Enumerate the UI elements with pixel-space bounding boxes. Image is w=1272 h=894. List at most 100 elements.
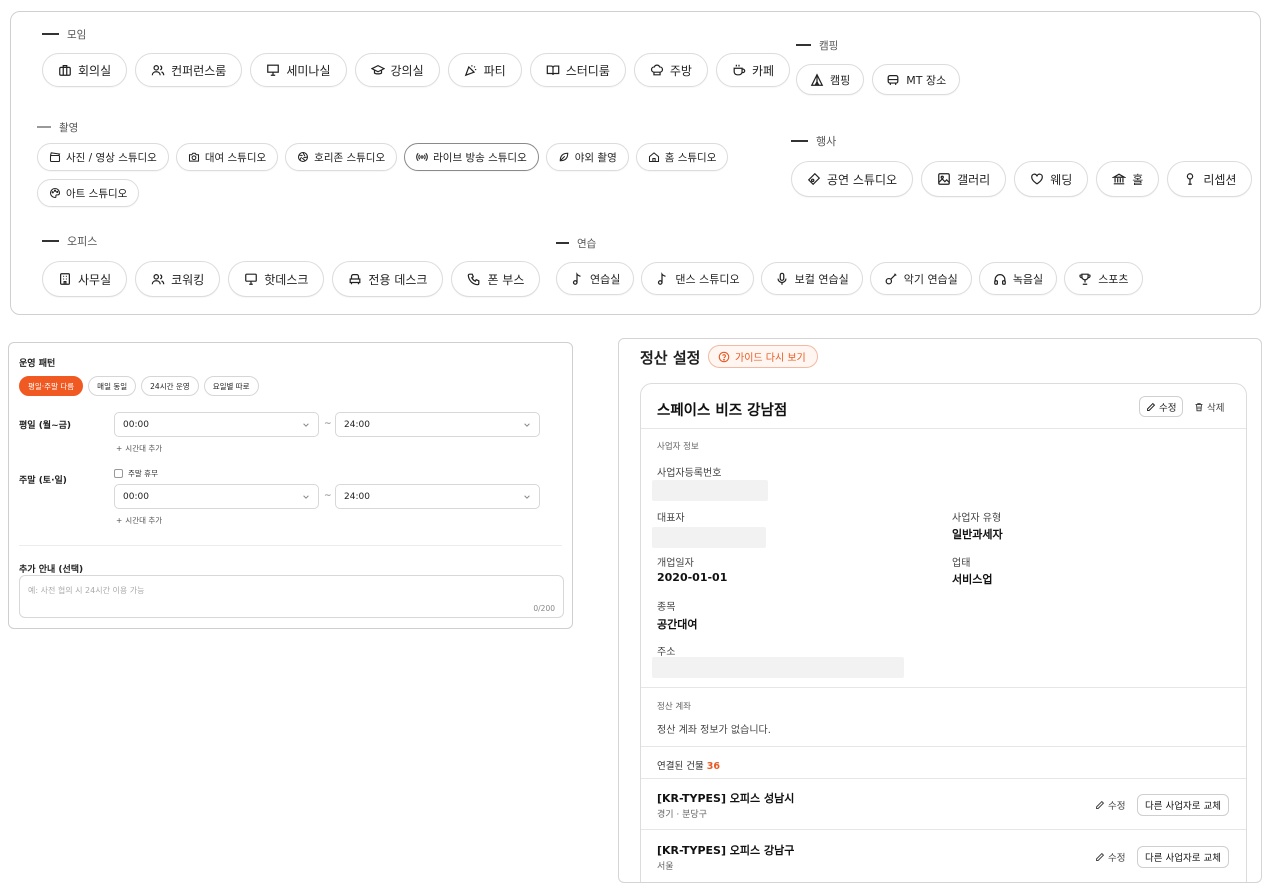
chip-seminar-room[interactable]: 세미나실 bbox=[250, 53, 347, 87]
building-edit-button[interactable]: 수정 bbox=[1095, 798, 1125, 812]
chip-dedicated-desk[interactable]: 전용 데스크 bbox=[332, 261, 444, 297]
pattern-24h[interactable]: 24시간 운영 bbox=[141, 376, 199, 396]
ceo-masked bbox=[652, 527, 766, 548]
chip-camping[interactable]: 캠핑 bbox=[796, 64, 865, 95]
group-office: 오피스 사무실 코워킹 핫데스크 전용 데스크 폰 부스 bbox=[42, 234, 541, 297]
mic-icon bbox=[777, 272, 787, 285]
address-masked bbox=[652, 657, 904, 678]
plus-icon: + bbox=[116, 516, 123, 525]
heart-icon bbox=[1031, 173, 1044, 185]
operation-hours-panel: 운영 패턴 평일·주말 다름 매일 동일 24시간 운영 요일별 따로 평일 (… bbox=[8, 342, 573, 629]
chip-performance-studio[interactable]: 공연 스튜디오 bbox=[791, 161, 914, 197]
chip-outdoor-shooting[interactable]: 야외 촬영 bbox=[545, 143, 629, 171]
guitar-icon bbox=[885, 272, 897, 284]
clapperboard-icon bbox=[49, 152, 61, 163]
tent-icon bbox=[810, 72, 824, 86]
weekend-start-select[interactable]: 00:00 bbox=[114, 484, 319, 509]
chip-art-studio[interactable]: 아트 스튜디오 bbox=[37, 179, 140, 207]
weekday-start-select[interactable]: 00:00 bbox=[114, 412, 319, 437]
guide-replay-button[interactable]: 가이드 다시 보기 bbox=[708, 345, 818, 368]
broadcast-icon bbox=[416, 152, 428, 162]
chip-hall[interactable]: 홀 bbox=[1096, 161, 1160, 197]
landmark-icon bbox=[1112, 173, 1127, 185]
building-edit-button[interactable]: 수정 bbox=[1095, 850, 1125, 864]
chip-mt-place[interactable]: MT 장소 bbox=[872, 64, 961, 95]
category-panel: 모임 회의실 컨퍼런스룸 세미나실 강의실 파티 스터디룸 주방 카페 캠핑 캠… bbox=[10, 11, 1261, 315]
pattern-weekday-weekend[interactable]: 평일·주말 다름 bbox=[19, 376, 84, 396]
chip-kitchen[interactable]: 주방 bbox=[633, 53, 708, 87]
weekend-closed-checkbox[interactable]: 주말 휴무 bbox=[114, 468, 158, 479]
group-title: 행사 bbox=[791, 134, 1252, 148]
open-date-value: 2020-01-01 bbox=[657, 571, 728, 584]
business-card: 스페이스 비즈 강남점 수정 삭제 사업자 정보 사업자등록번호 대표자 사업자… bbox=[640, 383, 1247, 882]
delete-business-button[interactable]: 삭제 bbox=[1194, 396, 1224, 417]
image-icon bbox=[938, 173, 950, 185]
chip-reception[interactable]: 리셉션 bbox=[1167, 161, 1253, 197]
chip-office[interactable]: 사무실 bbox=[42, 261, 128, 297]
bus-icon bbox=[887, 74, 899, 85]
range-separator: ~ bbox=[324, 491, 332, 501]
chip-recording-room[interactable]: 녹음실 bbox=[978, 262, 1058, 295]
chip-hot-desk[interactable]: 핫데스크 bbox=[228, 261, 325, 297]
chip-party[interactable]: 파티 bbox=[447, 53, 522, 87]
presentation-icon bbox=[267, 64, 280, 76]
graduation-cap-icon bbox=[370, 64, 385, 75]
weekend-end-select[interactable]: 24:00 bbox=[335, 484, 540, 509]
help-circle-icon bbox=[718, 351, 730, 362]
armchair-icon bbox=[349, 274, 361, 285]
industry-value: 서비스업 bbox=[952, 573, 993, 586]
music-note-icon bbox=[572, 271, 581, 285]
chip-coworking[interactable]: 코워킹 bbox=[135, 261, 221, 297]
open-date-label: 개업일자 bbox=[657, 558, 694, 569]
chip-dance-studio[interactable]: 댄스 스튜디오 bbox=[641, 262, 754, 295]
industry-label: 업태 bbox=[952, 558, 971, 569]
chip-sports[interactable]: 스포츠 bbox=[1064, 262, 1143, 295]
extra-info-label: 추가 안내 (선택) bbox=[19, 565, 84, 575]
group-event: 행사 공연 스튜디오 갤러리 웨딩 홀 리셉션 bbox=[791, 134, 1253, 197]
chip-practice-room[interactable]: 연습실 bbox=[556, 262, 635, 295]
weekday-add-slot-button[interactable]: + 시간대 추가 bbox=[116, 443, 162, 454]
edit-business-button[interactable]: 수정 bbox=[1139, 396, 1184, 417]
extra-info-textarea[interactable]: 예: 사전 협의 시 24시간 이용 가능 0/200 bbox=[19, 575, 564, 618]
chevron-down-icon bbox=[303, 423, 309, 427]
pattern-per-day[interactable]: 요일별 따로 bbox=[203, 376, 259, 396]
chip-meeting-room[interactable]: 회의실 bbox=[42, 53, 128, 87]
weekday-end-select[interactable]: 24:00 bbox=[335, 412, 540, 437]
chip-gallery[interactable]: 갤러리 bbox=[921, 161, 1007, 197]
chip-study-room[interactable]: 스터디룸 bbox=[529, 53, 626, 87]
chip-phone-booth[interactable]: 폰 부스 bbox=[451, 261, 541, 297]
pencil-icon bbox=[1147, 402, 1156, 411]
chip-list: 사진 / 영상 스튜디오 대여 스튜디오 호리존 스튜디오 라이브 방송 스튜디… bbox=[37, 143, 737, 207]
page-title: 정산 설정 bbox=[640, 349, 701, 367]
weekend-add-slot-button[interactable]: + 시간대 추가 bbox=[116, 515, 162, 526]
chip-rental-studio[interactable]: 대여 스튜디오 bbox=[175, 143, 279, 171]
chip-instrument-practice[interactable]: 악기 연습실 bbox=[869, 262, 972, 295]
ceo-label: 대표자 bbox=[657, 513, 685, 524]
chip-lecture-room[interactable]: 강의실 bbox=[354, 53, 440, 87]
chip-wedding[interactable]: 웨딩 bbox=[1014, 161, 1089, 197]
chip-conference-room[interactable]: 컨퍼런스룸 bbox=[135, 53, 243, 87]
chip-cafe[interactable]: 카페 bbox=[715, 53, 791, 87]
group-practice: 연습 연습실 댄스 스튜디오 보컬 연습실 악기 연습실 녹음실 스포츠 bbox=[556, 236, 1143, 295]
chip-live-broadcast-studio[interactable]: 라이브 방송 스튜디오 bbox=[404, 143, 539, 171]
group-title: 모임 bbox=[42, 27, 790, 41]
pattern-daily-same[interactable]: 매일 동일 bbox=[88, 376, 137, 396]
checkbox-box[interactable] bbox=[114, 469, 123, 478]
chip-photo-video-studio[interactable]: 사진 / 영상 스튜디오 bbox=[37, 143, 169, 171]
char-counter: 0/200 bbox=[533, 604, 555, 613]
chip-vocal-practice[interactable]: 보컬 연습실 bbox=[760, 262, 863, 295]
biz-type-label: 사업자 유형 bbox=[952, 513, 1002, 524]
group-shooting: 촬영 사진 / 영상 스튜디오 대여 스튜디오 호리존 스튜디오 라이브 방송 … bbox=[37, 120, 737, 207]
address-label: 주소 bbox=[657, 647, 676, 658]
swap-business-button[interactable]: 다른 사업자로 교체 bbox=[1137, 794, 1229, 816]
palette-icon bbox=[49, 187, 61, 199]
item-label: 종목 bbox=[657, 602, 676, 613]
chip-horizon-studio[interactable]: 호리존 스튜디오 bbox=[285, 143, 398, 171]
book-open-icon bbox=[546, 65, 560, 75]
pencil-icon bbox=[1096, 800, 1105, 809]
group-camping: 캠핑 캠핑 MT 장소 bbox=[796, 38, 961, 95]
swap-business-button[interactable]: 다른 사업자로 교체 bbox=[1137, 846, 1229, 868]
chip-home-studio[interactable]: 홈 스튜디오 bbox=[635, 143, 729, 171]
account-label: 정산 계좌 bbox=[657, 702, 691, 712]
business-info-label: 사업자 정보 bbox=[657, 442, 699, 452]
